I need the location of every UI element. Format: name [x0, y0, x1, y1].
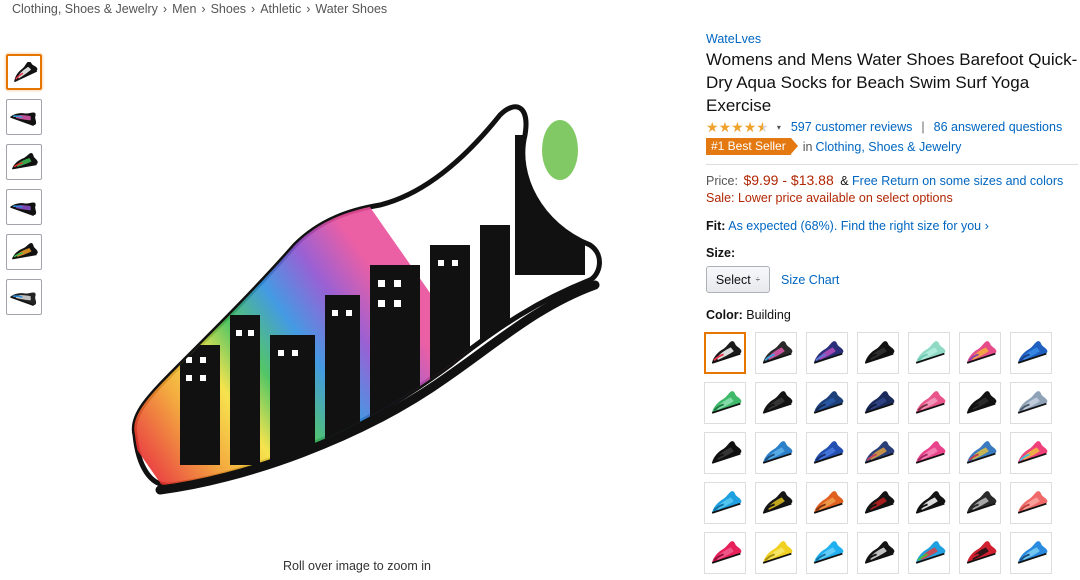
- color-swatch[interactable]: [755, 382, 797, 424]
- color-swatch[interactable]: [806, 332, 848, 374]
- fit-label: Fit:: [706, 219, 726, 233]
- star-icon: ★: [743, 119, 757, 135]
- divider: [706, 164, 1078, 165]
- half-star-icon: ★: [756, 119, 769, 135]
- color-swatch[interactable]: [1010, 382, 1052, 424]
- color-swatch[interactable]: [908, 432, 950, 474]
- rating-row: ★ ★ ★ ★ ★ ▾ 597 customer reviews | 86 an…: [706, 120, 1078, 134]
- size-label: Size:: [706, 246, 736, 260]
- price-row: Price: $9.99 - $13.88 & Free Return on s…: [706, 172, 1078, 188]
- star-icon: ★: [706, 119, 719, 135]
- color-swatch[interactable]: [1010, 432, 1052, 474]
- color-swatch[interactable]: [908, 532, 950, 574]
- color-swatch[interactable]: [755, 332, 797, 374]
- best-seller-category-link[interactable]: Clothing, Shoes & Jewelry: [815, 140, 961, 154]
- fit-link[interactable]: As expected (68%). Find the right size f…: [728, 219, 989, 233]
- customer-reviews-link[interactable]: 597 customer reviews: [791, 120, 913, 134]
- color-swatch[interactable]: [704, 482, 746, 524]
- product-title: Womens and Mens Water Shoes Barefoot Qui…: [706, 50, 1078, 115]
- product-details: WateLves Womens and Mens Water Shoes Bar…: [706, 32, 1078, 322]
- color-swatch[interactable]: [959, 532, 1001, 574]
- color-swatch[interactable]: [704, 332, 746, 374]
- color-swatch[interactable]: [857, 382, 899, 424]
- color-value: Building: [746, 308, 791, 322]
- color-swatch[interactable]: [1010, 532, 1052, 574]
- color-swatch[interactable]: [704, 532, 746, 574]
- color-swatch[interactable]: [806, 482, 848, 524]
- price-range: $9.99 - $13.88: [743, 172, 834, 188]
- color-swatch[interactable]: [908, 482, 950, 524]
- breadcrumb-separator: ›: [306, 2, 311, 16]
- size-row: Select ÷ Size Chart: [706, 266, 1078, 293]
- free-return-link[interactable]: Free Return on some sizes and colors: [852, 174, 1063, 188]
- separator: |: [921, 120, 925, 134]
- size-select[interactable]: Select ÷: [706, 266, 770, 293]
- color-swatch[interactable]: [857, 532, 899, 574]
- color-swatch[interactable]: [806, 432, 848, 474]
- color-swatch[interactable]: [857, 482, 899, 524]
- star-rating[interactable]: ★ ★ ★ ★ ★: [706, 120, 769, 134]
- color-swatch[interactable]: [908, 332, 950, 374]
- in-text: in: [802, 139, 813, 154]
- brand-link[interactable]: WateLves: [706, 32, 1078, 46]
- color-swatch[interactable]: [959, 482, 1001, 524]
- best-seller-row: #1 Best Seller in Clothing, Shoes & Jewe…: [706, 138, 1078, 155]
- color-swatch[interactable]: [1010, 332, 1052, 374]
- price-label: Price:: [706, 174, 738, 188]
- breadcrumb-link[interactable]: Men: [172, 2, 196, 16]
- sale-row: Sale: Lower price available on select op…: [706, 191, 1078, 205]
- breadcrumb-link[interactable]: Shoes: [211, 2, 246, 16]
- shoe-image: [131, 104, 602, 495]
- shoe-building-side-thumb[interactable]: [6, 54, 42, 90]
- color-swatch[interactable]: [857, 432, 899, 474]
- sale-text: Lower price available on select options: [737, 191, 953, 205]
- color-swatch[interactable]: [959, 332, 1001, 374]
- shoe-pair-top-view-thumb[interactable]: [6, 234, 42, 270]
- star-icon: ★: [718, 119, 732, 135]
- answered-questions-link[interactable]: 86 answered questions: [934, 120, 1063, 134]
- breadcrumb-link[interactable]: Athletic: [260, 2, 301, 16]
- zoom-hint: Roll over image to zoom in: [283, 559, 431, 573]
- breadcrumb-separator: ›: [251, 2, 256, 16]
- color-swatch[interactable]: [704, 382, 746, 424]
- thumbnail-strip: [6, 54, 44, 324]
- fit-row: Fit: As expected (68%). Find the right s…: [706, 219, 1078, 233]
- shoe-pair-top-thumb[interactable]: [6, 189, 42, 225]
- star-icon: ★: [731, 119, 744, 135]
- sale-label: Sale:: [706, 191, 735, 205]
- color-swatch[interactable]: [806, 532, 848, 574]
- color-label-row: Color: Building: [706, 308, 1078, 322]
- size-select-label: Select: [715, 272, 751, 287]
- color-label: Color:: [706, 308, 743, 322]
- color-swatch[interactable]: [704, 432, 746, 474]
- main-product-image[interactable]: [120, 95, 610, 505]
- color-swatch[interactable]: [959, 432, 1001, 474]
- color-swatch[interactable]: [755, 532, 797, 574]
- shoe-rolled-thumb[interactable]: [6, 279, 42, 315]
- color-swatch[interactable]: [1010, 482, 1052, 524]
- best-seller-badge[interactable]: #1 Best Seller: [706, 138, 798, 155]
- select-arrows-icon: ÷: [755, 275, 761, 284]
- color-swatch[interactable]: [806, 382, 848, 424]
- price-amp: &: [840, 174, 849, 188]
- shoe-sole-thumb[interactable]: [6, 99, 42, 135]
- breadcrumb-link[interactable]: Water Shoes: [315, 2, 387, 16]
- color-swatch[interactable]: [959, 382, 1001, 424]
- color-swatch[interactable]: [755, 432, 797, 474]
- color-swatch[interactable]: [857, 332, 899, 374]
- color-swatch[interactable]: [908, 382, 950, 424]
- shoe-pair-side-thumb[interactable]: [6, 144, 42, 180]
- chevron-down-icon[interactable]: ▾: [777, 123, 781, 132]
- breadcrumb: Clothing, Shoes & Jewelry › Men › Shoes › Athl…: [12, 2, 387, 16]
- breadcrumb-link[interactable]: Clothing, Shoes & Jewelry: [12, 2, 158, 16]
- color-swatch[interactable]: [755, 482, 797, 524]
- breadcrumb-separator: ›: [162, 2, 168, 16]
- size-chart-link[interactable]: Size Chart: [781, 273, 839, 287]
- breadcrumb-separator: ›: [201, 2, 206, 16]
